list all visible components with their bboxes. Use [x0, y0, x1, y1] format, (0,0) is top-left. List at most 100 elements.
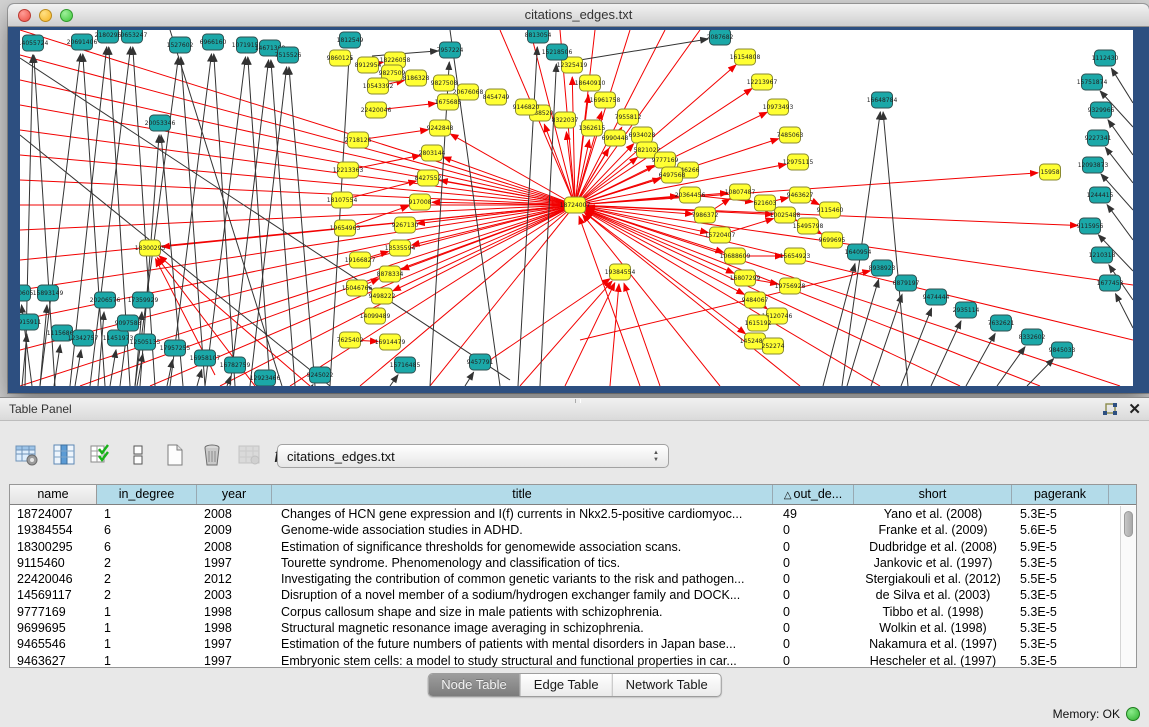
table-cell[interactable]: 0	[773, 587, 854, 603]
graph-node[interactable]: 8938923	[869, 260, 896, 276]
table-cell[interactable]: 9115460	[10, 555, 97, 571]
graph-node[interactable]: 19384554	[605, 264, 636, 280]
table-cell[interactable]: 5.3E-5	[1012, 555, 1109, 571]
graph-node[interactable]: 22420046	[361, 102, 392, 118]
table-cell[interactable]: 18300295	[10, 539, 97, 555]
table-cell[interactable]: 9465546	[10, 636, 97, 652]
table-cell[interactable]: Changes of HCN gene expression and I(f) …	[272, 506, 773, 522]
table-cell[interactable]: 9777169	[10, 604, 97, 620]
close-panel-icon[interactable]: ✕	[1128, 402, 1141, 418]
graph-node[interactable]: 15893149	[33, 285, 64, 301]
graph-node[interactable]: 8427552	[415, 170, 442, 186]
table-cell[interactable]: 2	[97, 571, 197, 587]
table-cell[interactable]: Estimation of the future numbers of pati…	[272, 636, 773, 652]
graph-node[interactable]: 3915911	[20, 314, 42, 330]
table-cell[interactable]: 0	[773, 604, 854, 620]
graph-node[interactable]: 10807487	[725, 184, 756, 200]
graph-node[interactable]: 16807299	[730, 270, 761, 286]
table-cell[interactable]: 14569117	[10, 587, 97, 603]
table-cell[interactable]: 1	[97, 653, 197, 668]
graph-node[interactable]: 20364456	[675, 187, 706, 203]
table-cell[interactable]: Investigating the contribution of common…	[272, 571, 773, 587]
table-settings-icon[interactable]	[14, 442, 40, 468]
graph-node[interactable]: 16961758	[590, 92, 621, 108]
graph-node[interactable]: 12505135	[130, 334, 161, 350]
table-cell[interactable]: 2008	[197, 506, 272, 522]
table-cell[interactable]: 0	[773, 620, 854, 636]
graph-node[interactable]: 7957224	[437, 42, 464, 58]
graph-node[interactable]: 7625402	[337, 332, 364, 348]
graph-node[interactable]: 6879197	[893, 275, 920, 291]
show-columns-icon[interactable]	[51, 442, 77, 468]
graph-node[interactable]: 1210318	[1089, 247, 1116, 263]
column-header-title[interactable]: title	[272, 485, 773, 504]
table-cell[interactable]: 5.3E-5	[1012, 587, 1109, 603]
graph-node[interactable]: 1362615	[579, 120, 606, 136]
import-table-icon[interactable]	[236, 442, 262, 468]
graph-node[interactable]: 6934028	[629, 127, 656, 143]
graph-node[interactable]: 6990448	[602, 130, 629, 146]
graph-node[interactable]: 12093873	[1078, 157, 1109, 173]
table-cell[interactable]: 0	[773, 555, 854, 571]
scrollbar-thumb[interactable]	[1124, 511, 1133, 537]
graph-node[interactable]: 15751874	[1077, 74, 1108, 90]
graph-node[interactable]: 18300295	[135, 240, 166, 256]
table-cell[interactable]: Corpus callosum shape and size in male p…	[272, 604, 773, 620]
graph-node[interactable]: 13535594	[385, 240, 416, 256]
table-cell[interactable]: 2009	[197, 522, 272, 538]
graph-node[interactable]: 12213967	[747, 74, 778, 90]
table-row[interactable]: 969969511998Structural magnetic resonanc…	[10, 620, 1120, 636]
graph-node[interactable]: 16648784	[867, 92, 898, 108]
table-cell[interactable]: 2008	[197, 539, 272, 555]
graph-node[interactable]: 1527602	[167, 37, 194, 53]
graph-node[interactable]: 2935114	[953, 302, 980, 318]
graph-node[interactable]: 15716485	[390, 357, 421, 373]
graph-node[interactable]: 8322037	[552, 112, 579, 128]
table-cell[interactable]: 5.9E-5	[1012, 539, 1109, 555]
table-cell[interactable]: 2	[97, 555, 197, 571]
graph-node[interactable]: 9115956	[1077, 218, 1104, 234]
graph-node[interactable]: 9457791	[467, 354, 494, 370]
table-cell[interactable]: 1998	[197, 604, 272, 620]
table-cell[interactable]: 5.3E-5	[1012, 604, 1109, 620]
table-cell[interactable]: Franke et al. (2009)	[854, 522, 1012, 538]
table-cell[interactable]: Embryonic stem cells: a model to study s…	[272, 653, 773, 668]
table-cell[interactable]: 0	[773, 653, 854, 668]
table-row[interactable]: 911546021997Tourette syndrome. Phenomeno…	[10, 555, 1120, 571]
table-cell[interactable]: 19384554	[10, 522, 97, 538]
graph-node[interactable]: 15958	[1040, 164, 1061, 180]
memory-status-indicator[interactable]	[1126, 707, 1140, 721]
graph-node[interactable]: 917008	[409, 194, 432, 210]
table-cell[interactable]: Wolkin et al. (1998)	[854, 620, 1012, 636]
table-cell[interactable]: 49	[773, 506, 854, 522]
tab-node-table[interactable]: Node Table	[428, 674, 520, 696]
graph-node[interactable]: 1675685	[435, 94, 462, 110]
graph-node[interactable]: 15654923	[780, 248, 811, 264]
table-cell[interactable]: 5.5E-5	[1012, 571, 1109, 587]
table-cell[interactable]: 2012	[197, 571, 272, 587]
table-cell[interactable]: 1	[97, 636, 197, 652]
table-cell[interactable]: Jankovic et al. (1997)	[854, 555, 1012, 571]
table-cell[interactable]: 1997	[197, 555, 272, 571]
table-cell[interactable]: 0	[773, 571, 854, 587]
graph-node[interactable]: 10973493	[763, 99, 794, 115]
graph-node[interactable]: 9097588	[115, 315, 142, 331]
float-panel-icon[interactable]	[1101, 401, 1118, 418]
graph-node[interactable]: 9474444	[923, 289, 950, 305]
column-header-name[interactable]: name	[10, 485, 97, 504]
graph-node[interactable]: 9498222	[369, 288, 396, 304]
table-cell[interactable]: Dudbridge et al. (2008)	[854, 539, 1012, 555]
table-row[interactable]: 1872400712008Changes of HCN gene express…	[10, 506, 1120, 522]
table-cell[interactable]: 6	[97, 522, 197, 538]
graph-node[interactable]: 1615192	[745, 315, 772, 331]
column-header-out_de[interactable]: △out_de...	[773, 485, 854, 504]
table-cell[interactable]: 2	[97, 587, 197, 603]
graph-node[interactable]: 16914479	[375, 334, 406, 350]
panel-resize-grip[interactable]	[575, 399, 581, 403]
graph-node[interactable]: 2803144	[419, 145, 446, 161]
graph-node[interactable]: 8454749	[483, 89, 510, 105]
table-row[interactable]: 946362711997Embryonic stem cells: a mode…	[10, 653, 1120, 668]
graph-node[interactable]: 9115460	[817, 202, 844, 218]
graph-node[interactable]: 7986372	[692, 207, 719, 223]
table-cell[interactable]: 9463627	[10, 653, 97, 668]
